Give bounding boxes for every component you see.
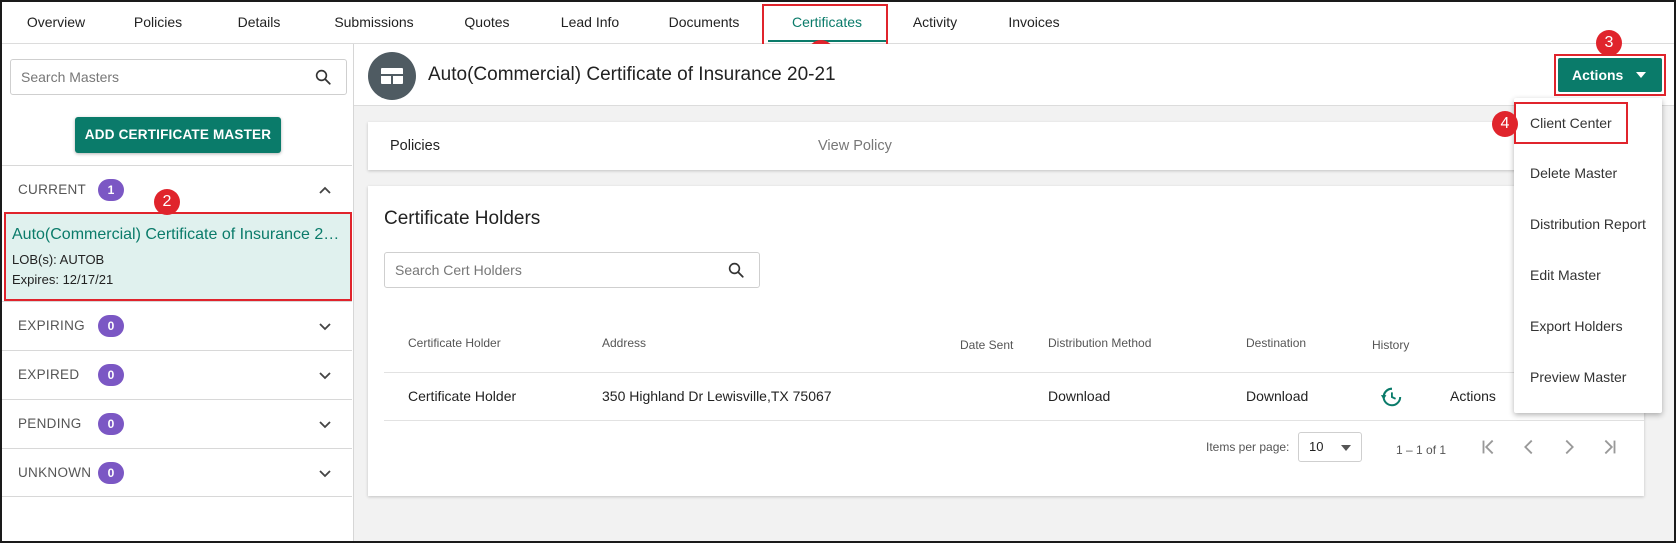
column-header[interactable]: Date Sent bbox=[960, 338, 1013, 352]
search-cert-holders-input[interactable] bbox=[395, 253, 713, 287]
menu-item-distribution-report[interactable]: Distribution Report bbox=[1514, 199, 1662, 249]
cell-method: Download bbox=[1048, 388, 1111, 404]
page-title: Auto(Commercial) Certificate of Insuranc… bbox=[428, 64, 836, 85]
add-certificate-master-button[interactable]: ADD CERTIFICATE MASTER bbox=[75, 117, 281, 153]
group-label: PENDING bbox=[18, 416, 82, 431]
previous-page-icon[interactable] bbox=[1518, 436, 1540, 458]
chevron-down-icon[interactable] bbox=[318, 319, 332, 333]
group-label: UNKNOWN bbox=[18, 465, 92, 480]
column-header[interactable]: Certificate Holder bbox=[408, 336, 501, 350]
group-expired[interactable]: EXPIRED 0 bbox=[2, 350, 352, 399]
next-page-icon[interactable] bbox=[1558, 436, 1580, 458]
actions-menu: Client Center Delete Master Distribution… bbox=[1514, 98, 1662, 413]
search-masters-input[interactable] bbox=[21, 60, 306, 94]
certificate-avatar-icon bbox=[368, 52, 416, 100]
cell-holder: Certificate Holder bbox=[408, 388, 517, 404]
count-badge: 0 bbox=[98, 364, 124, 386]
masters-sidebar: ADD CERTIFICATE MASTER CURRENT 1 Auto(Co… bbox=[2, 44, 354, 541]
master-header: Auto(Commercial) Certificate of Insuranc… bbox=[354, 44, 1674, 106]
column-header[interactable]: Destination bbox=[1246, 336, 1306, 350]
tab-details[interactable]: Details bbox=[228, 2, 290, 42]
column-header[interactable]: Address bbox=[602, 336, 646, 350]
master-lob: LOB(s): AUTOB bbox=[12, 252, 105, 267]
tab-lead-info[interactable]: Lead Info bbox=[550, 2, 630, 42]
search-icon[interactable] bbox=[314, 68, 332, 86]
row-actions-button[interactable]: Actions bbox=[1450, 388, 1496, 404]
search-cert-holders-box bbox=[384, 252, 760, 288]
app-window: Overview Policies Details Submissions Qu… bbox=[0, 0, 1676, 543]
cell-address: 350 Highland Dr Lewisville,TX 75067 bbox=[602, 388, 832, 404]
count-badge: 1 bbox=[98, 179, 124, 201]
history-icon[interactable] bbox=[1380, 386, 1402, 408]
tab-policies[interactable]: Policies bbox=[122, 2, 194, 42]
column-header: History bbox=[1372, 338, 1410, 352]
divider bbox=[384, 372, 1644, 373]
search-icon[interactable] bbox=[727, 261, 745, 279]
search-masters-box bbox=[10, 59, 347, 95]
tab-activity[interactable]: Activity bbox=[900, 2, 970, 42]
first-page-icon[interactable] bbox=[1478, 436, 1500, 458]
group-label: CURRENT bbox=[18, 182, 87, 197]
chevron-down-icon[interactable] bbox=[318, 466, 332, 480]
chevron-down-icon[interactable] bbox=[318, 417, 332, 431]
column-header[interactable]: Distribution Method bbox=[1048, 336, 1151, 350]
callout-2: 2 bbox=[154, 189, 180, 215]
menu-item-preview-master[interactable]: Preview Master bbox=[1514, 352, 1662, 402]
menu-item-export-holders[interactable]: Export Holders bbox=[1514, 301, 1662, 351]
view-policy-link[interactable]: View Policy bbox=[818, 138, 892, 154]
section-title: Certificate Holders bbox=[384, 208, 541, 229]
highlight-client-center bbox=[1514, 102, 1628, 144]
group-label: EXPIRED bbox=[18, 367, 80, 382]
group-pending[interactable]: PENDING 0 bbox=[2, 399, 352, 448]
master-expires: Expires: 12/17/21 bbox=[12, 272, 114, 287]
callout-4: 4 bbox=[1492, 111, 1518, 137]
items-per-page-select[interactable]: 10 bbox=[1298, 432, 1362, 462]
callout-3: 3 bbox=[1596, 30, 1622, 56]
tab-overview[interactable]: Overview bbox=[14, 2, 98, 42]
items-per-page-value: 10 bbox=[1309, 439, 1324, 454]
master-item-selected[interactable]: Auto(Commercial) Certificate of Insuranc… bbox=[4, 212, 352, 301]
menu-item-delete-master[interactable]: Delete Master bbox=[1514, 148, 1662, 198]
pager-range: 1 – 1 of 1 bbox=[1396, 443, 1447, 457]
tab-quotes[interactable]: Quotes bbox=[454, 2, 520, 42]
count-badge: 0 bbox=[98, 413, 124, 435]
master-title: Auto(Commercial) Certificate of Insuranc… bbox=[12, 226, 348, 243]
cell-destination: Download bbox=[1246, 388, 1309, 404]
tab-invoices[interactable]: Invoices bbox=[998, 2, 1070, 42]
certificate-holders-card: Certificate Holders Certificate Holder A… bbox=[368, 186, 1644, 496]
count-badge: 0 bbox=[98, 462, 124, 484]
menu-item-edit-master[interactable]: Edit Master bbox=[1514, 250, 1662, 300]
policies-card: Policies View Policy bbox=[368, 122, 1644, 170]
count-badge: 0 bbox=[98, 315, 124, 337]
group-expiring[interactable]: EXPIRING 0 bbox=[2, 301, 352, 350]
group-unknown[interactable]: UNKNOWN 0 bbox=[2, 448, 352, 497]
caret-down-icon bbox=[1341, 445, 1351, 451]
tab-documents[interactable]: Documents bbox=[658, 2, 750, 42]
group-label: EXPIRING bbox=[18, 318, 85, 333]
divider bbox=[384, 420, 1644, 421]
chevron-down-icon[interactable] bbox=[318, 368, 332, 382]
tab-submissions[interactable]: Submissions bbox=[324, 2, 424, 42]
items-per-page-label: Items per page: bbox=[1206, 440, 1290, 454]
policies-label: Policies bbox=[390, 138, 440, 154]
highlight-actions-button bbox=[1554, 54, 1666, 96]
last-page-icon[interactable] bbox=[1598, 436, 1620, 458]
chevron-up-icon[interactable] bbox=[318, 183, 332, 197]
